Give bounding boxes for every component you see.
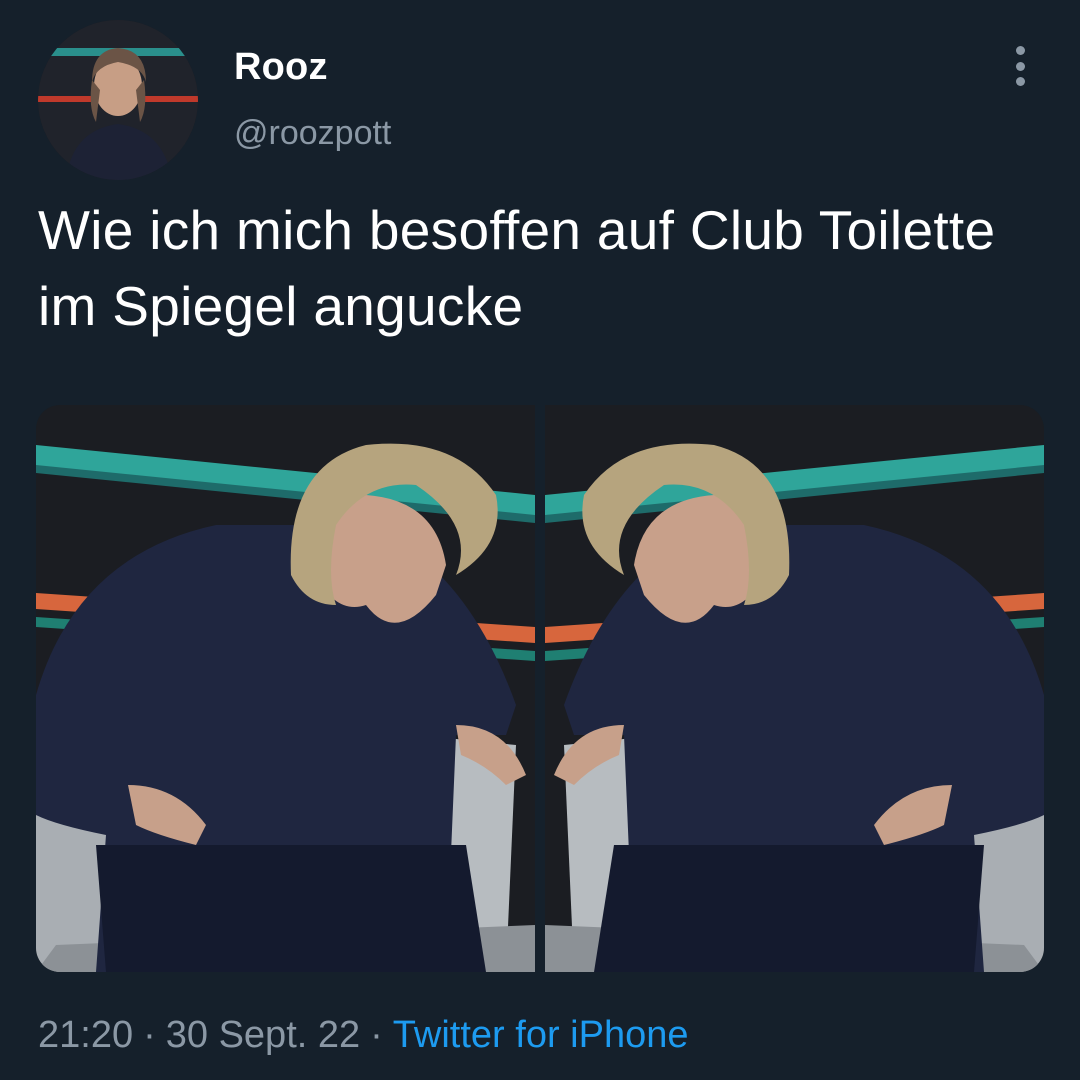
media-photo-1[interactable] <box>36 405 535 972</box>
tweet-time[interactable]: 21:20 <box>38 1014 133 1056</box>
more-vertical-icon <box>1015 46 1025 55</box>
more-dot <box>1015 61 1025 71</box>
more-options-button[interactable] <box>1002 42 1038 90</box>
avatar[interactable] <box>38 20 198 180</box>
profile-photo-icon <box>38 20 198 180</box>
photo-man-seated-mirrored-icon <box>545 405 1044 972</box>
separator: · <box>370 1014 383 1056</box>
photo-man-seated-icon <box>36 405 535 972</box>
media-photo-2[interactable] <box>545 405 1044 972</box>
more-dot <box>1015 77 1025 86</box>
tweet-meta: 21:20 · 30 Sept. 22 · Twitter for iPhone <box>38 1012 688 1058</box>
tweet-date[interactable]: 30 Sept. 22 <box>166 1014 360 1056</box>
tweet-media-grid <box>36 405 1044 972</box>
display-name[interactable]: Rooz <box>234 44 328 90</box>
tweet-source-link[interactable]: Twitter for iPhone <box>393 1014 689 1056</box>
tweet-text: Wie ich mich besoffen auf Club Toilette … <box>38 199 996 337</box>
user-handle[interactable]: @roozpott <box>234 112 391 154</box>
separator: · <box>143 1014 156 1056</box>
